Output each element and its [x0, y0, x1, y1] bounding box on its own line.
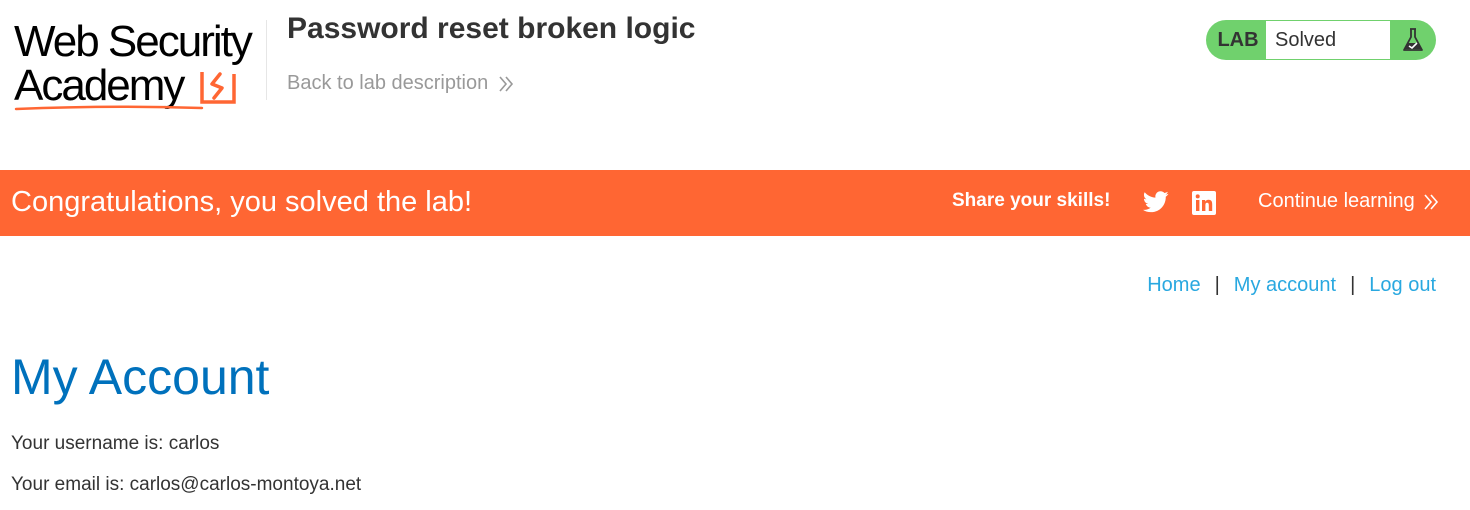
logo-text-line-2: Academy — [14, 61, 185, 110]
logo-lightning-icon — [200, 72, 236, 104]
double-chevron-right-icon — [1424, 193, 1438, 210]
nav-log-out-link[interactable]: Log out — [1369, 274, 1436, 297]
twitter-icon[interactable] — [1142, 191, 1169, 218]
nav-separator: | — [1350, 274, 1356, 296]
continue-learning-label: Continue learning — [1258, 190, 1415, 212]
nav-home-link[interactable]: Home — [1147, 274, 1200, 297]
web-security-academy-logo[interactable]: Web Security Academy — [14, 17, 264, 111]
back-link-label: Back to lab description — [287, 72, 489, 94]
back-to-lab-description-link[interactable]: Back to lab description — [287, 72, 514, 95]
account-navigation: Home | My account | Log out — [1147, 274, 1436, 297]
lab-status-value: Solved — [1266, 21, 1390, 59]
linkedin-icon[interactable] — [1192, 191, 1216, 220]
lab-title: Password reset broken logic — [287, 12, 696, 45]
header-divider — [266, 20, 267, 100]
page-header: Web Security Academy Password reset brok… — [0, 0, 1470, 170]
nav-separator: | — [1214, 274, 1220, 296]
logo-text-line-1: Web Security — [14, 17, 253, 66]
continue-learning-link[interactable]: Continue learning — [1258, 190, 1439, 213]
lab-status-badge: LAB Solved — [1206, 20, 1436, 60]
congratulations-message: Congratulations, you solved the lab! — [11, 186, 473, 218]
email-info: Your email is: carlos@carlos-montoya.net — [11, 474, 362, 495]
lab-status-label: LAB — [1217, 28, 1259, 51]
share-skills-label: Share your skills! — [952, 190, 1111, 211]
double-chevron-right-icon — [499, 75, 514, 92]
lab-solved-banner: Congratulations, you solved the lab! Sha… — [0, 170, 1470, 236]
nav-my-account-link[interactable]: My account — [1234, 274, 1336, 297]
page-title: My Account — [11, 349, 270, 405]
flask-icon — [1390, 27, 1436, 53]
username-info: Your username is: carlos — [11, 433, 220, 454]
logo-underline-icon — [14, 105, 204, 111]
